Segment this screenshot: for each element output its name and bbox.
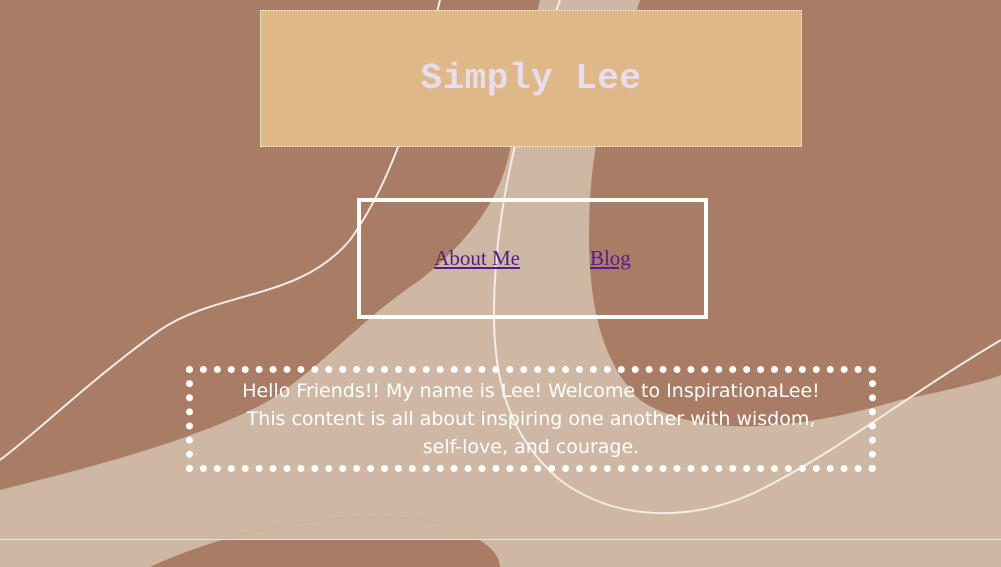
nav-link-blog[interactable]: Blog: [590, 246, 631, 271]
intro-box: Hello Friends!! My name is Lee! Welcome …: [186, 366, 876, 472]
divider-line: [0, 539, 1001, 540]
site-title-box: Simply Lee: [260, 10, 802, 147]
intro-text: Hello Friends!! My name is Lee! Welcome …: [242, 380, 820, 458]
site-title: Simply Lee: [420, 58, 642, 99]
nav-link-about-me[interactable]: About Me: [434, 246, 520, 271]
main-nav: About Me Blog: [357, 198, 708, 319]
